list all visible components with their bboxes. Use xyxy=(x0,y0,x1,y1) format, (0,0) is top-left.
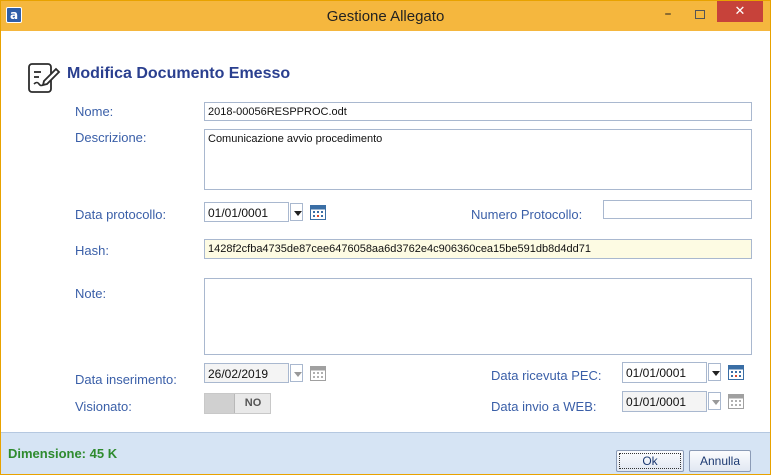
note-label: Note: xyxy=(75,286,107,301)
edit-document-icon xyxy=(28,63,61,93)
data-protocollo-label: Data protocollo: xyxy=(75,207,167,222)
window-title: Gestione Allegato xyxy=(326,8,445,25)
close-icon: ✕ xyxy=(734,4,746,19)
data-invio-web-field: 01/01/0001 xyxy=(622,391,707,412)
nome-label: Nome: xyxy=(75,104,114,119)
cancel-button[interactable]: Annulla xyxy=(689,450,751,472)
numero-protocollo-field[interactable] xyxy=(603,200,752,219)
visionato-label: Visionato: xyxy=(75,399,132,414)
descrizione-label: Descrizione: xyxy=(75,130,147,145)
data-ricevuta-pec-label: Data ricevuta PEC: xyxy=(491,368,602,383)
maximize-button[interactable] xyxy=(688,5,712,25)
data-protocollo-dropdown-button[interactable] xyxy=(290,203,303,221)
calendar-icon[interactable] xyxy=(310,205,326,220)
status-bar: Dimensione: 45 K Ok Annulla xyxy=(1,432,770,474)
page-title: Modifica Documento Emesso xyxy=(67,65,291,82)
descrizione-field[interactable]: Comunicazione avvio procedimento xyxy=(204,129,752,190)
data-ricevuta-pec-dropdown-button[interactable] xyxy=(708,363,721,381)
close-button[interactable]: ✕ xyxy=(717,1,763,22)
data-protocollo-field[interactable]: 01/01/0001 xyxy=(204,202,289,222)
data-inserimento-dropdown-button xyxy=(290,364,303,382)
nome-field[interactable]: 2018-00056RESPPROC.odt xyxy=(204,102,752,121)
data-ricevuta-pec-field[interactable]: 01/01/0001 xyxy=(622,362,707,383)
minimize-button[interactable]: – xyxy=(656,5,680,25)
calendar-icon xyxy=(728,394,744,409)
title-bar[interactable]: a Gestione Allegato – ✕ xyxy=(1,1,770,31)
dialog-window: a Gestione Allegato – ✕ Modifica Documen… xyxy=(0,0,771,475)
calendar-icon xyxy=(310,366,326,381)
maximize-icon xyxy=(695,10,705,19)
numero-protocollo-label: Numero Protocollo: xyxy=(471,207,583,222)
visionato-toggle[interactable]: NO xyxy=(204,393,271,414)
hash-field[interactable]: 1428f2cfba4735de87cee6476058aa6d3762e4c9… xyxy=(204,239,752,259)
toggle-knob xyxy=(205,394,235,413)
data-inserimento-field: 26/02/2019 xyxy=(204,363,289,383)
ok-button[interactable]: Ok xyxy=(616,450,684,472)
data-invio-web-label: Data invio a WEB: xyxy=(491,399,597,414)
dimensione-status: Dimensione: 45 K xyxy=(8,446,118,461)
calendar-icon[interactable] xyxy=(728,365,744,380)
hash-label: Hash: xyxy=(75,243,109,258)
data-invio-web-dropdown-button xyxy=(708,392,721,410)
toggle-state: NO xyxy=(244,397,262,409)
note-field[interactable] xyxy=(204,278,752,355)
data-inserimento-label: Data inserimento: xyxy=(75,372,177,387)
